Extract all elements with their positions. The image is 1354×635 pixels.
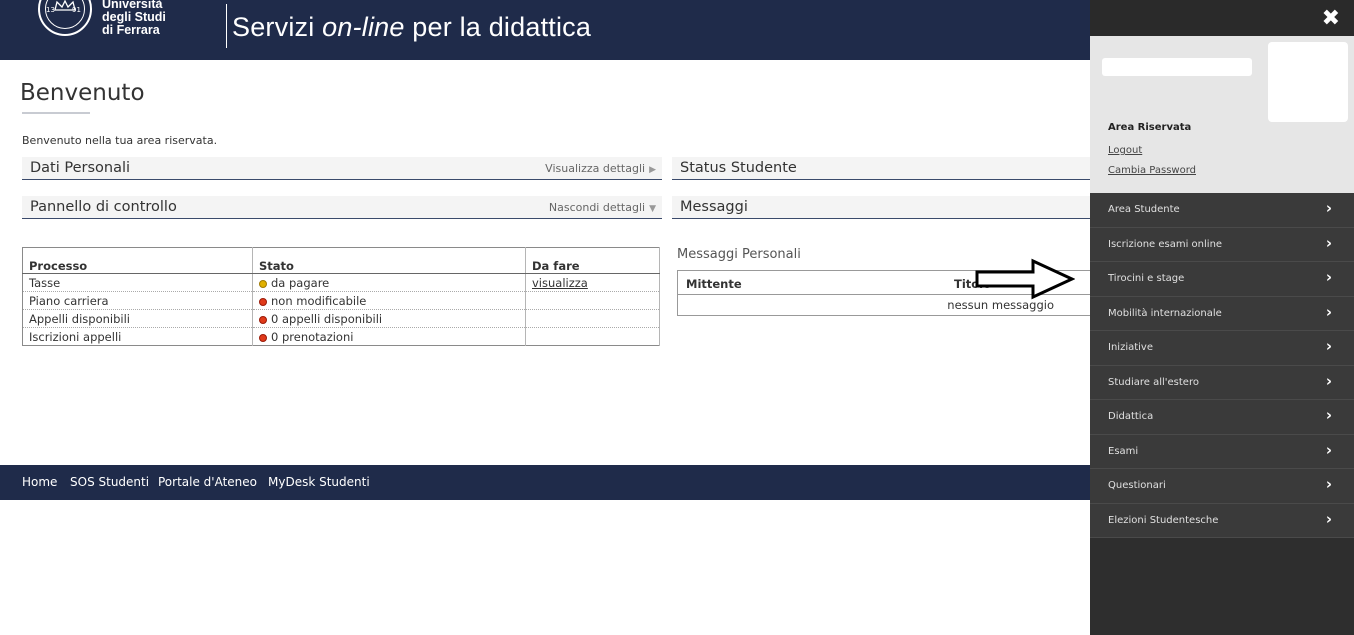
status-dot-red-icon	[259, 333, 267, 342]
section-messaggi[interactable]: Messaggi	[672, 196, 1090, 219]
chevron-right-icon: ›	[1325, 371, 1332, 390]
section-label: Messaggi	[680, 199, 748, 215]
processo-cell: Tasse	[22, 273, 253, 292]
chevron-right-icon: ›	[1325, 302, 1332, 321]
redacted-avatar	[1268, 42, 1348, 122]
close-icon[interactable]: ✖	[1322, 6, 1340, 31]
da-fare-cell	[525, 327, 660, 346]
header-title: Servizi on-line per la didattica	[232, 12, 592, 42]
table-row: Piano carriera non modificabile	[22, 291, 660, 310]
logo-divider	[226, 4, 227, 48]
visualizza-link[interactable]: visualizza	[532, 276, 588, 290]
empty-message-text: nessun messaggio	[947, 298, 1054, 312]
section-dati-personali: Dati Personali Visualizza dettagli ▶	[22, 157, 662, 180]
university-name: Università degli Studi di Ferrara	[102, 0, 166, 37]
area-riservata-title: Area Riservata	[1108, 122, 1192, 133]
menu-item-tirocini-stage[interactable]: Tirocini e stage ›	[1090, 262, 1354, 297]
user-area: Area Riservata Logout Cambia Password	[1090, 36, 1354, 193]
section-label: Dati Personali	[30, 160, 131, 176]
menu-item-iniziative[interactable]: Iniziative ›	[1090, 331, 1354, 366]
chevron-right-icon: ›	[1325, 199, 1332, 217]
section-label: Pannello di controllo	[30, 199, 177, 215]
chevron-right-icon: ›	[1325, 268, 1332, 286]
chevron-right-icon: ›	[1325, 406, 1332, 424]
side-menu: Area Studente › Iscrizione esami online › …	[1090, 193, 1354, 538]
da-fare-cell: visualizza	[525, 273, 660, 292]
table-header-row: Processo Stato Da fare	[22, 247, 660, 274]
section-pannello-controllo: Pannello di controllo Nascondi dettagli ▼	[22, 196, 662, 219]
welcome-text: Benvenuto nella tua area riservata.	[22, 134, 218, 147]
side-menu-top-bar: ✖	[1090, 0, 1354, 36]
menu-item-elezioni-studentesche[interactable]: Elezioni Studentesche ›	[1090, 503, 1354, 538]
menu-item-mobilita-internazionale[interactable]: Mobilità internazionale ›	[1090, 296, 1354, 331]
status-dot-yellow-icon	[259, 279, 267, 288]
section-label: Status Studente	[680, 160, 797, 176]
change-password-link[interactable]: Cambia Password	[1108, 165, 1196, 176]
stato-cell: da pagare	[252, 273, 526, 292]
processo-cell: Piano carriera	[22, 291, 253, 310]
title-underline	[22, 112, 90, 114]
menu-item-esami[interactable]: Esami ›	[1090, 434, 1354, 469]
show-details-link[interactable]: Visualizza dettagli ▶	[545, 162, 656, 175]
status-dot-red-icon	[259, 297, 267, 306]
university-logo[interactable]: 13 91 Università degli Studi di Ferrara	[18, 0, 227, 52]
column-header-mittente: Mittente	[686, 277, 742, 291]
site-header: 13 91 Università degli Studi di Ferrara S…	[0, 0, 1090, 60]
section-status-studente[interactable]: Status Studente	[672, 157, 1090, 180]
processo-cell: Iscrizioni appelli	[22, 327, 253, 346]
redacted-user-name	[1102, 58, 1252, 76]
logout-link[interactable]: Logout	[1108, 145, 1142, 156]
menu-item-iscrizione-esami[interactable]: Iscrizione esami online ›	[1090, 227, 1354, 262]
menu-item-studiare-estero[interactable]: Studiare all'estero ›	[1090, 365, 1354, 400]
footer-link-home[interactable]: Home	[22, 475, 57, 489]
menu-item-questionari[interactable]: Questionari ›	[1090, 469, 1354, 504]
triangle-down-icon: ▼	[649, 204, 656, 214]
da-fare-cell	[525, 291, 660, 310]
table-row: Tasse da pagare visualizza	[22, 273, 660, 292]
column-header-da-fare: Da fare	[525, 247, 660, 274]
footer-link-mydesk-studenti[interactable]: MyDesk Studenti	[268, 475, 370, 489]
arrow-right-icon	[975, 258, 1075, 300]
stato-cell: 0 appelli disponibili	[252, 309, 526, 328]
footer-link-portale-ateneo[interactable]: Portale d'Ateneo	[158, 475, 257, 489]
chevron-right-icon: ›	[1325, 440, 1332, 459]
status-dot-red-icon	[259, 315, 267, 324]
stato-cell: non modificabile	[252, 291, 526, 310]
chevron-right-icon: ›	[1325, 509, 1332, 528]
hide-details-link[interactable]: Nascondi dettagli ▼	[549, 201, 656, 214]
stato-cell: 0 prenotazioni	[252, 327, 526, 346]
chevron-right-icon: ›	[1325, 233, 1332, 252]
chevron-right-icon: ›	[1325, 337, 1332, 355]
chevron-right-icon: ›	[1325, 475, 1332, 493]
column-header-stato: Stato	[252, 247, 526, 274]
table-row: Iscrizioni appelli 0 prenotazioni	[22, 327, 660, 346]
menu-item-area-studente[interactable]: Area Studente ›	[1090, 193, 1354, 228]
column-header-processo: Processo	[22, 247, 253, 274]
processo-cell: Appelli disponibili	[22, 309, 253, 328]
side-menu-panel: ✖ Area Riservata Logout Cambia Password …	[1090, 0, 1354, 635]
footer-link-sos-studenti[interactable]: SOS Studenti	[70, 475, 149, 489]
page-title: Benvenuto	[20, 80, 145, 106]
menu-item-didattica[interactable]: Didattica ›	[1090, 400, 1354, 435]
triangle-right-icon: ▶	[649, 165, 656, 175]
site-footer: Home SOS Studenti Portale d'Ateneo MyDes…	[0, 465, 1090, 500]
messages-title: Messaggi Personali	[677, 247, 801, 262]
process-table: Processo Stato Da fare Tasse da pagare v…	[22, 247, 660, 346]
university-seal-icon: 13 91	[38, 0, 92, 36]
table-row: Appelli disponibili 0 appelli disponibil…	[22, 309, 660, 328]
da-fare-cell	[525, 309, 660, 328]
